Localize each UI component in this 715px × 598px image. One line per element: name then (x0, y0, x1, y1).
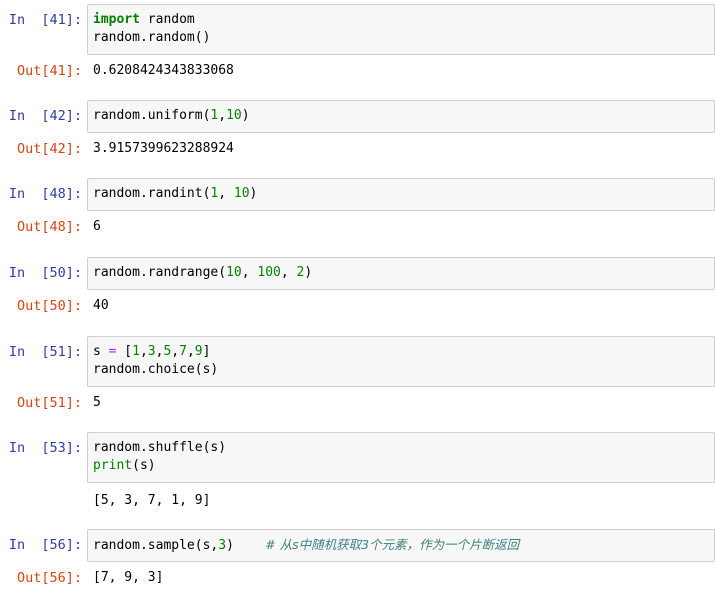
code-input[interactable]: random.sample(s,3) # 从s中随机获取3个元素，作为一个片断返… (87, 529, 715, 562)
number: 9 (194, 344, 203, 359)
number: 10 (226, 265, 242, 280)
number: 10 (233, 186, 250, 201)
code-input[interactable]: random.randrange(10, 100, 2) (87, 257, 715, 290)
code-line: random.randint(1, 10) (93, 185, 709, 203)
in-prompt: In [41]: (8, 12, 82, 28)
code-text: , (139, 344, 148, 359)
code-line: random.randrange(10, 100, 2) (93, 264, 709, 282)
code-text: random.uniform( (93, 108, 211, 123)
code-text: , (241, 265, 258, 280)
number: 1 (132, 344, 140, 359)
number: 100 (257, 265, 281, 280)
number: 3 (218, 538, 227, 553)
code-line: random.sample(s,3) # 从s中随机获取3个元素，作为一个片断返… (93, 536, 709, 554)
code-text: random (139, 12, 195, 27)
number: 10 (226, 108, 242, 123)
code-text: , (186, 344, 195, 359)
out-prompt: Out[50]: (16, 298, 82, 314)
code-text: ) (226, 538, 234, 553)
number: 3 (147, 344, 156, 359)
code-line: print(s) (93, 457, 709, 475)
out-prompt: Out[41]: (16, 63, 82, 79)
out-prompt: Out[51]: (16, 395, 82, 411)
in-prompt: In [56]: (8, 537, 82, 553)
code-text: s (93, 344, 109, 359)
number: 7 (179, 344, 187, 359)
code-text: random.sample(s, (93, 538, 219, 553)
code-text: ) (304, 265, 313, 280)
out-prompt: Out[56]: (16, 570, 82, 586)
cell-output: 6 (93, 219, 101, 234)
code-text: ) (241, 108, 250, 123)
out-prompt: Out[42]: (16, 141, 82, 157)
cell-output: 5 (93, 395, 101, 410)
in-prompt: In [53]: (8, 440, 82, 456)
code-line: import random (93, 11, 709, 29)
code-text: ] (202, 344, 211, 359)
code-text: random.randint( (93, 186, 211, 201)
code-input[interactable]: random.uniform(1,10) (87, 100, 715, 133)
code-line: random.choice(s) (93, 362, 219, 377)
code-text: [ (116, 344, 133, 359)
in-prompt: In [48]: (8, 186, 82, 202)
code-input[interactable]: random.shuffle(s) print(s) (87, 432, 715, 483)
code-text: , (218, 186, 234, 201)
cell-output: 40 (93, 298, 109, 313)
code-input[interactable]: s = [1,3,5,7,9] random.choice(s) (87, 336, 715, 387)
code-line: random.uniform(1,10) (93, 107, 709, 125)
cell-output: [7, 9, 3] (93, 570, 164, 585)
cell-output: 3.9157399623288924 (93, 141, 234, 156)
out-prompt: Out[48]: (16, 219, 82, 235)
in-prompt: In [51]: (8, 344, 82, 360)
keyword: import (93, 12, 140, 27)
code-line: random.shuffle(s) (93, 440, 227, 455)
in-prompt: In [42]: (8, 108, 82, 124)
code-comment: # 从s中随机获取3个元素，作为一个片断返回 (265, 537, 520, 552)
code-line: s = [1,3,5,7,9] (93, 343, 709, 361)
code-text: (s) (132, 458, 156, 473)
code-text: , (171, 344, 180, 359)
code-text: random.randrange( (93, 265, 227, 280)
code-line: random.random() (93, 30, 211, 45)
in-prompt: In [50]: (8, 265, 82, 281)
cell-output: [5, 3, 7, 1, 9] (93, 493, 211, 508)
code-input[interactable]: import random random.random() (87, 4, 715, 55)
code-input[interactable]: random.randint(1, 10) (87, 178, 715, 211)
code-text: , (218, 108, 227, 123)
cell-output: 0.6208424343833068 (93, 63, 234, 78)
code-text: , (280, 265, 297, 280)
builtin: print (93, 458, 133, 473)
code-text: ) (249, 186, 258, 201)
